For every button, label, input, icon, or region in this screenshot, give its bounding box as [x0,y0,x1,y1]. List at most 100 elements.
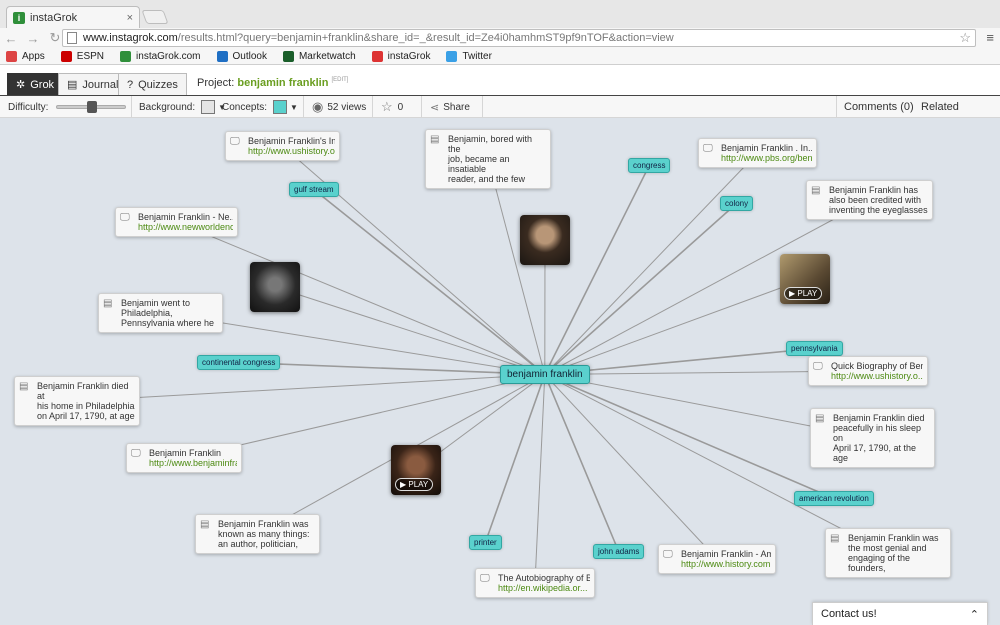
connector-line [76,374,545,402]
monitor-icon: 🖵 [813,361,823,372]
back-icon[interactable]: ← [0,31,22,46]
app-header: ✲ Grok ▤ Journal ? Quizzes Project: benjami… [0,65,1000,96]
bookmarks-bar: Apps ESPN instaGrok.com Outlook Marketwa… [0,48,1000,65]
instagrok-favicon-icon: i [13,11,25,24]
grok-icon: ✲ [16,79,26,91]
connector-line [238,361,545,376]
fact-card[interactable]: ▤ Benjamin Franklin died at his home in … [14,376,140,426]
bookmark-twitter[interactable]: Twitter [446,50,492,62]
fact-icon: ▤ [815,413,825,424]
video-thumbnail[interactable]: ▶ PLAY [391,445,441,495]
play-icon[interactable]: ▶ PLAY [784,287,823,300]
concepts-color-swatch[interactable] [273,100,288,114]
web-result-card[interactable]: 🖵 Benjamin Franklin - Am... http://www.h… [658,544,776,574]
difficulty-slider[interactable] [56,101,127,113]
close-icon[interactable]: × [127,12,133,24]
bookmark-marketwatch[interactable]: Marketwatch [282,50,356,62]
monitor-icon: 🖵 [131,448,141,459]
url-host: www.instagrok.com [83,32,178,44]
eye-icon: ◉ [312,99,324,114]
connector-line [484,374,546,543]
menu-icon[interactable]: ≡ [986,30,994,45]
bookmark-instagrok-com[interactable]: instaGrok.com [120,50,201,62]
concept-map-canvas[interactable]: gulf stream congress colony continental … [0,118,1000,625]
address-bar[interactable]: www.instagrok.com/results.html?query=ben… [62,29,976,47]
monitor-icon: 🖵 [663,549,673,560]
tab-title: instaGrok [30,11,78,24]
play-icon[interactable]: ▶ PLAY [395,478,434,491]
project-title: Project: benjamin franklin [EDIT] [197,77,349,89]
connector-line [544,152,758,375]
bookmark-espn[interactable]: ESPN [60,50,104,62]
chevron-up-icon[interactable]: ⌃ [970,608,979,621]
connector-line [544,374,718,560]
franklin-engraving-image[interactable] [250,262,300,312]
fact-card[interactable]: ▤ Benjamin, bored with the job, became a… [425,129,551,189]
apps-icon [6,50,17,62]
concept-node[interactable]: american revolution [794,491,874,506]
browser-tab[interactable]: i instaGrok × [6,6,140,28]
tab-grok[interactable]: ✲ Grok [7,73,64,95]
connector-line [176,221,545,375]
marketwatch-icon [282,50,294,62]
fact-card[interactable]: ▤ Benjamin went to Philadelphia, Pennsyl… [98,293,223,333]
web-result-card[interactable]: 🖵 Quick Biography of Ben... http://www.u… [808,356,928,386]
connector-line [544,165,650,375]
bookmark-outlook[interactable]: Outlook [216,50,267,62]
concept-node[interactable]: congress [628,158,671,173]
concept-node[interactable]: continental congress [197,355,281,370]
related-tab[interactable]: Related [921,96,959,118]
concept-node[interactable]: printer [469,535,502,550]
fact-card[interactable]: ▤ Benjamin Franklin was known as many th… [195,514,320,554]
browser-toolbar: ← → ↻ www.instagrok.com/results.html?que… [0,28,1000,48]
share-button[interactable]: ⋖ Share [430,96,470,118]
bookmark-star-icon[interactable]: ☆ [959,30,971,46]
video-thumbnail[interactable]: ▶ PLAY [780,254,830,304]
web-result-card[interactable]: 🖵 The Autobiography of B... http://en.wi… [475,568,595,598]
fact-card[interactable]: ▤ Benjamin Franklin has also been credit… [806,180,933,220]
connector-line [544,278,806,375]
background-color-swatch[interactable] [201,100,216,114]
fact-icon: ▤ [19,381,29,392]
web-result-card[interactable]: 🖵 Benjamin Franklin's In... http://www.u… [225,131,340,161]
outlook-icon [216,50,228,62]
monitor-icon: 🖵 [230,136,240,147]
franklin-portrait-image[interactable] [520,215,570,265]
options-bar: Difficulty: Background: ▼ Concepts: ▼ ◉ … [0,96,1000,118]
fact-icon: ▤ [430,134,440,145]
central-concept-node[interactable]: benjamin franklin [500,365,590,384]
favorite-button[interactable]: ☆ 0 [381,96,403,118]
edit-project-link[interactable]: [EDIT] [331,77,348,83]
star-icon: ☆ [381,99,393,114]
difficulty-slider-knob[interactable] [87,101,98,113]
fact-icon: ▤ [103,298,113,309]
fact-icon: ▤ [811,185,821,196]
fact-card[interactable]: ▤ Benjamin Franklin was the most genial … [825,528,951,578]
monitor-icon: 🖵 [120,212,130,223]
web-result-card[interactable]: 🖵 Benjamin Franklin . In... http://www.p… [698,138,817,168]
new-tab-button[interactable] [141,10,169,24]
project-name: benjamin franklin [237,77,329,89]
bookmark-instagrok[interactable]: instaGrok [371,50,430,62]
tab-quizzes[interactable]: ? Quizzes [118,73,187,95]
gmail-icon [371,50,383,62]
concept-node[interactable]: colony [720,196,754,211]
forward-icon[interactable]: → [22,31,44,46]
concept-node[interactable]: gulf stream [289,182,339,197]
chevron-down-icon[interactable]: ▼ [290,103,298,112]
monitor-icon: 🖵 [480,573,490,584]
journal-icon: ▤ [67,79,78,91]
contact-us-panel[interactable]: Contact us! ⌃ [812,602,988,625]
web-result-card[interactable]: 🖵 Benjamin Franklin http://www.benjaminf… [126,443,242,473]
monitor-icon: 🖵 [703,143,713,154]
concepts-control: Concepts: ▼ [222,100,298,114]
twitter-icon [446,50,458,62]
web-result-card[interactable]: 🖵 Benjamin Franklin - Ne... http://www.n… [115,207,238,237]
difficulty-control: Difficulty: [8,96,127,118]
fact-card[interactable]: ▤ Benjamin Franklin died peacefully in h… [810,408,935,468]
bookmark-apps[interactable]: Apps [6,50,45,62]
views-count: ◉ 52 views [312,99,367,114]
concept-node[interactable]: john adams [593,544,645,559]
comments-tab[interactable]: Comments (0) [844,96,914,118]
concept-node[interactable]: pennsylvania [786,341,843,356]
